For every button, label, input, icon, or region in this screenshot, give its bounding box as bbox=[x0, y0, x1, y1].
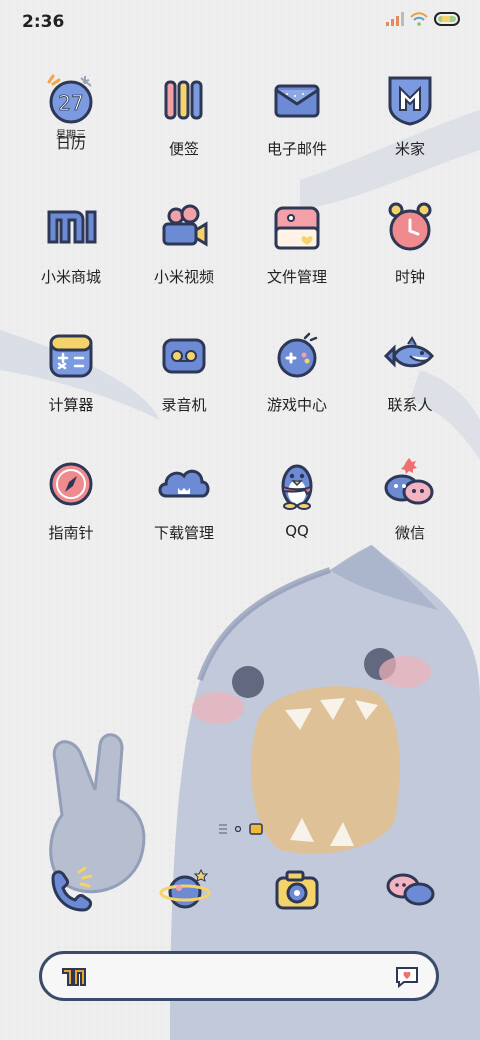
recorder-icon bbox=[154, 326, 214, 386]
app-recorder[interactable]: 录音机 bbox=[128, 326, 240, 415]
calendar-date: 27 bbox=[58, 91, 83, 115]
app-label: 计算器 bbox=[48, 396, 94, 414]
app-label: 米家 bbox=[394, 140, 425, 158]
page-indicator[interactable] bbox=[219, 822, 263, 836]
mail-icon bbox=[267, 70, 327, 130]
app-calendar[interactable]: 27 星期三 日历 bbox=[15, 70, 127, 153]
app-downloads[interactable]: 下载管理 bbox=[128, 454, 240, 543]
compass-icon bbox=[41, 454, 101, 514]
wifi-icon bbox=[410, 12, 428, 26]
mi-store-icon bbox=[41, 198, 101, 258]
app-compass[interactable]: 指南针 bbox=[15, 454, 127, 543]
chat-bubbles-icon[interactable] bbox=[383, 862, 439, 918]
app-label: 联系人 bbox=[387, 396, 433, 414]
app-game-center[interactable]: 游戏中心 bbox=[241, 326, 353, 415]
cloud-download-icon bbox=[154, 454, 214, 514]
search-bar[interactable] bbox=[39, 951, 439, 1001]
app-label: 微信 bbox=[394, 524, 425, 542]
app-label: 文件管理 bbox=[266, 268, 327, 286]
gamepad-icon bbox=[267, 326, 327, 386]
list-page-icon bbox=[219, 824, 227, 834]
calendar-icon: 27 星期三 bbox=[41, 70, 101, 141]
app-mi-video[interactable]: 小米视频 bbox=[128, 198, 240, 287]
alarm-clock-icon bbox=[380, 198, 440, 258]
file-manager-icon bbox=[267, 198, 327, 258]
app-contacts[interactable]: 联系人 bbox=[354, 326, 466, 415]
status-time: 2:36 bbox=[22, 12, 65, 32]
app-file-manager[interactable]: 文件管理 bbox=[241, 198, 353, 287]
app-qq[interactable]: QQ bbox=[241, 454, 353, 540]
app-label: QQ bbox=[285, 522, 309, 540]
mijia-icon bbox=[380, 70, 440, 130]
app-label: 小米商城 bbox=[40, 268, 101, 286]
app-label: 下载管理 bbox=[153, 524, 214, 542]
wechat-icon bbox=[380, 454, 440, 514]
app-notes[interactable]: 便签 bbox=[128, 70, 240, 159]
notes-icon bbox=[154, 70, 214, 130]
signal-icon bbox=[386, 12, 404, 26]
current-page-icon bbox=[249, 823, 263, 835]
app-label: 游戏中心 bbox=[266, 396, 327, 414]
app-calculator[interactable]: 计算器 bbox=[15, 326, 127, 415]
app-label: 时钟 bbox=[394, 268, 425, 286]
app-label: 指南针 bbox=[48, 524, 94, 542]
penguin-icon bbox=[267, 454, 327, 514]
app-clock[interactable]: 时钟 bbox=[354, 198, 466, 287]
app-mi-store[interactable]: 小米商城 bbox=[15, 198, 127, 287]
app-label: 日历 bbox=[55, 134, 86, 152]
battery-icon bbox=[434, 12, 460, 26]
app-label: 便签 bbox=[168, 140, 199, 158]
camera-icon[interactable] bbox=[269, 862, 325, 918]
app-email[interactable]: 电子邮件 bbox=[241, 70, 353, 159]
app-label: 录音机 bbox=[161, 396, 207, 414]
video-camera-icon bbox=[154, 198, 214, 258]
phone-icon[interactable] bbox=[43, 862, 99, 918]
calculator-icon bbox=[41, 326, 101, 386]
app-wechat[interactable]: 微信 bbox=[354, 454, 466, 543]
app-mijia[interactable]: 米家 bbox=[354, 70, 466, 159]
app-label: 电子邮件 bbox=[266, 140, 327, 158]
logo-icon bbox=[62, 968, 86, 986]
planet-browser-icon[interactable] bbox=[157, 862, 213, 918]
status-bar: 2:36 bbox=[0, 0, 480, 40]
app-label: 小米视频 bbox=[153, 268, 214, 286]
page-dot bbox=[235, 826, 241, 832]
fish-icon bbox=[380, 326, 440, 386]
dock bbox=[0, 860, 480, 930]
heart-message-icon bbox=[396, 967, 418, 988]
